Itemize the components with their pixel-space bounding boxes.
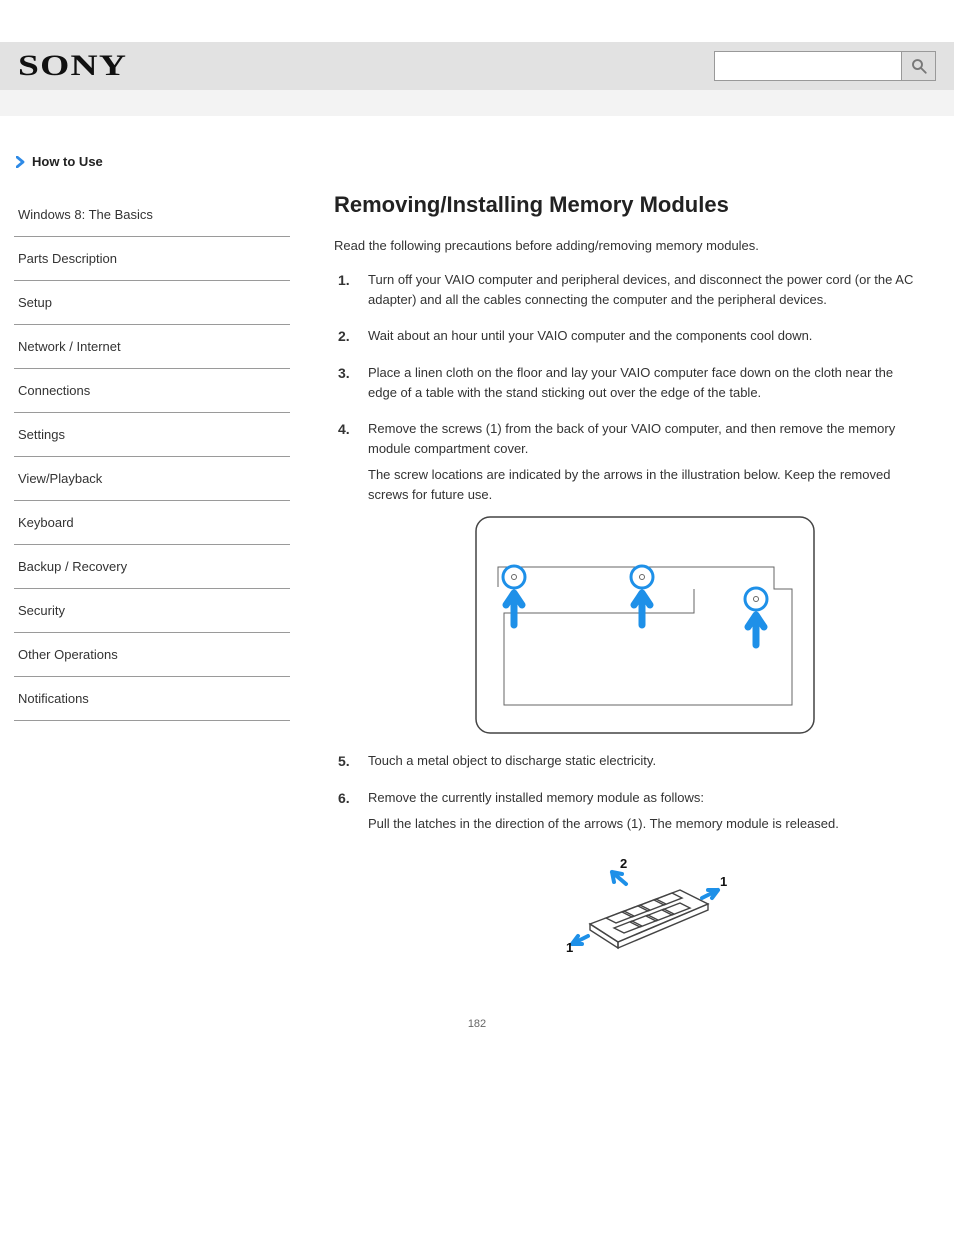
sidebar-item: Other Operations [14,633,290,677]
svg-text:2: 2 [620,856,627,871]
sidebar-link-other[interactable]: Other Operations [14,633,290,676]
steps-list: Turn off your VAIO computer and peripher… [334,270,922,954]
sidebar-item: View/Playback [14,457,290,501]
step-5: Touch a metal object to discharge static… [334,751,922,771]
sidebar-link-windows8[interactable]: Windows 8: The Basics [14,193,290,236]
how-to-use-heading: How to Use [16,154,290,169]
sidebar-item: Backup / Recovery [14,545,290,589]
sidebar-item: Connections [14,369,290,413]
svg-text:1: 1 [720,874,727,889]
search-button[interactable] [902,51,936,81]
sidebar-item: Parts Description [14,237,290,281]
sidebar-item: Setup [14,281,290,325]
sidebar-link-backup[interactable]: Backup / Recovery [14,545,290,588]
search-input[interactable] [714,51,902,81]
sub-bar [0,90,954,116]
step-4: Remove the screws (1) from the back of y… [334,419,922,736]
content-area: How to Use Windows 8: The Basics Parts D… [0,116,954,970]
sidebar-item: Settings [14,413,290,457]
sidebar-item: Windows 8: The Basics [14,193,290,237]
sidebar-link-security[interactable]: Security [14,589,290,632]
step-4-text: Remove the screws (1) from the back of y… [368,421,895,456]
sidebar-link-settings[interactable]: Settings [14,413,290,456]
search-icon [910,57,928,75]
step-2-text: Wait about an hour until your VAIO compu… [368,328,812,343]
step-6-sub: Pull the latches in the direction of the… [368,814,922,834]
step-3: Place a linen cloth on the floor and lay… [334,363,922,403]
sidebar-link-keyboard[interactable]: Keyboard [14,501,290,544]
svg-text:1: 1 [566,940,573,954]
sidebar-link-notifications[interactable]: Notifications [14,677,290,720]
step-3-text: Place a linen cloth on the floor and lay… [368,365,893,400]
step-1-text: Turn off your VAIO computer and peripher… [368,272,913,307]
step-5-text: Touch a metal object to discharge static… [368,753,656,768]
step-6-text: Remove the currently installed memory mo… [368,790,704,805]
sidebar-item: Keyboard [14,501,290,545]
sidebar-nav: Windows 8: The Basics Parts Description … [14,193,290,721]
sidebar-link-connections[interactable]: Connections [14,369,290,412]
search-box [714,51,936,81]
breadcrumb [334,148,922,164]
step-6: Remove the currently installed memory mo… [334,788,922,954]
page-title: Removing/Installing Memory Modules [334,192,922,218]
page-number: 182 [0,1018,954,1050]
sidebar-item: Network / Internet [14,325,290,369]
step-1: Turn off your VAIO computer and peripher… [334,270,922,310]
figure-screw-locations [474,515,816,735]
chevron-right-icon [16,156,26,168]
figure-memory-module: 1 1 2 [560,844,730,954]
how-to-use-label: How to Use [32,154,103,169]
step-4-sub: The screw locations are indicated by the… [368,465,922,505]
brand-logo: SONY [18,49,127,83]
sidebar-item: Security [14,589,290,633]
main-content: Removing/Installing Memory Modules Read … [308,136,940,970]
sidebar-link-view[interactable]: View/Playback [14,457,290,500]
sidebar: How to Use Windows 8: The Basics Parts D… [14,136,308,970]
intro-text: Read the following precautions before ad… [334,236,922,256]
sidebar-link-network[interactable]: Network / Internet [14,325,290,368]
sidebar-item: Notifications [14,677,290,721]
sidebar-link-parts[interactable]: Parts Description [14,237,290,280]
sidebar-link-setup[interactable]: Setup [14,281,290,324]
step-2: Wait about an hour until your VAIO compu… [334,326,922,346]
top-bar: SONY [0,42,954,90]
